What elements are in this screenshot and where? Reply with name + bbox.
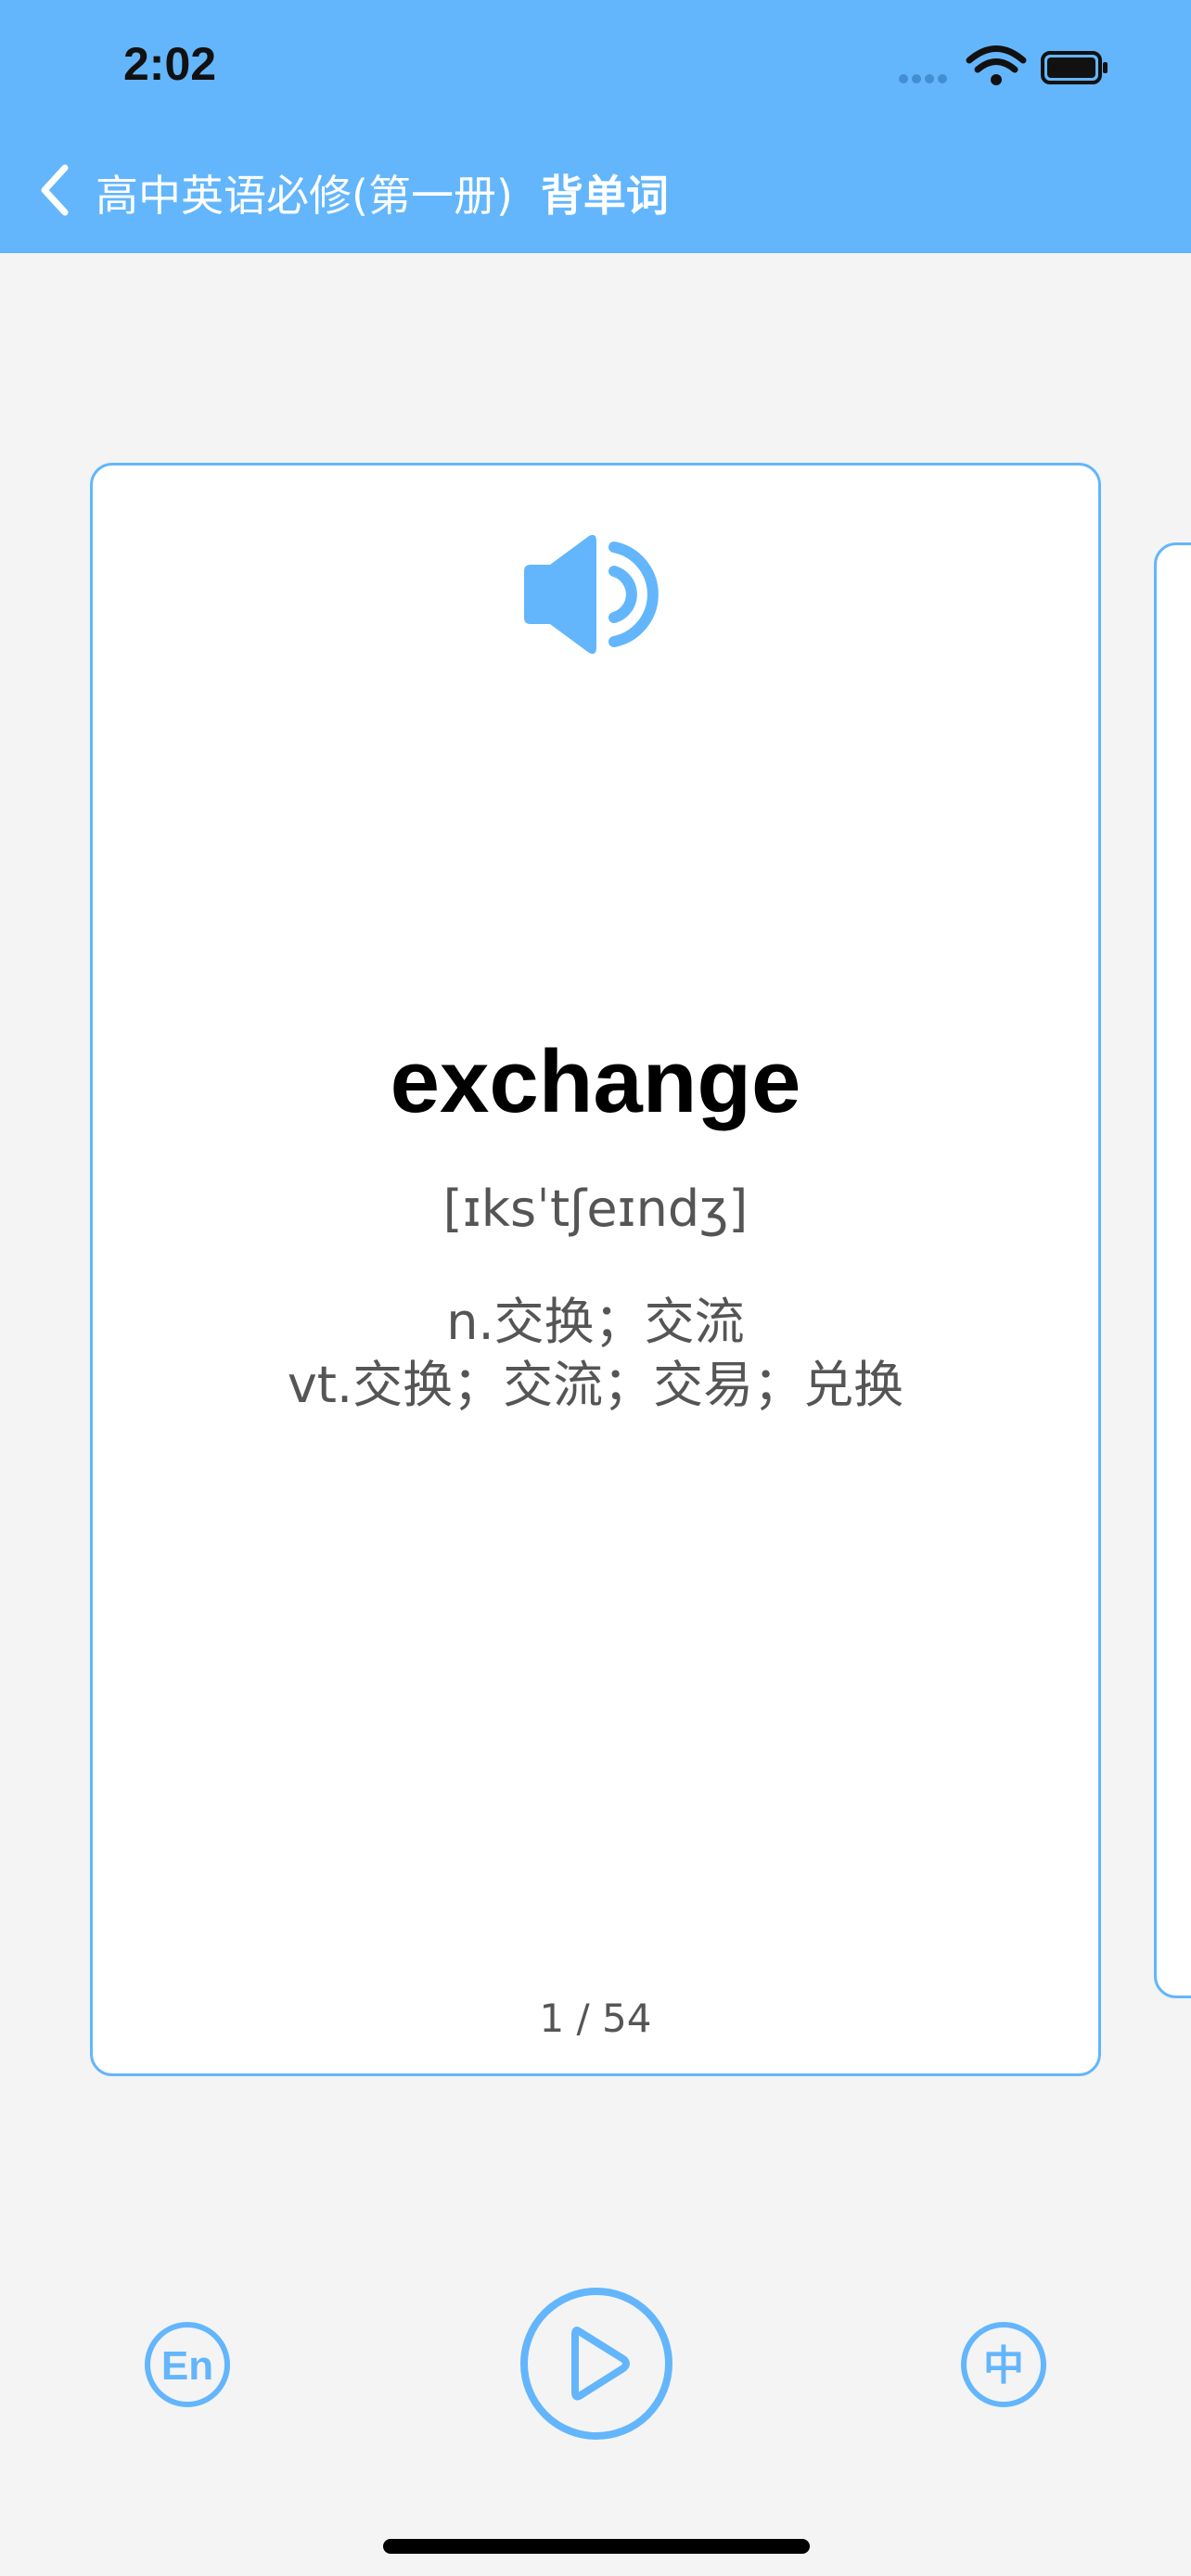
next-card-peek[interactable] — [1154, 542, 1191, 1998]
nav-subtitle[interactable]: 高中英语必修(第一册) — [96, 162, 513, 223]
english-toggle-button[interactable]: En — [144, 2321, 231, 2408]
wifi-dot — [991, 74, 1002, 85]
zh-label: 中 — [983, 2342, 1024, 2390]
page-title: 背单词 — [540, 171, 669, 221]
status-icons — [899, 45, 1108, 85]
play-icon — [571, 2327, 630, 2401]
chevron-left-icon — [41, 164, 69, 216]
en-label: En — [161, 2343, 213, 2389]
play-button[interactable] — [519, 2287, 673, 2441]
back-button[interactable] — [28, 158, 83, 223]
battery-icon — [1041, 51, 1108, 84]
chinese-toggle-button[interactable]: 中 — [960, 2321, 1047, 2408]
nav-title-group: 高中英语必修(第一册) 背单词 — [96, 165, 669, 221]
home-indicator[interactable] — [383, 2539, 810, 2554]
header: 2:02 高中英语必修(第一册) 背单词 — [0, 0, 1191, 253]
meaning-line: vt.交换；交流；交易；兑换 — [287, 1356, 904, 1414]
wifi-icon — [966, 45, 1027, 73]
word-text: exchange — [390, 1032, 801, 1131]
meaning-line: n.交换；交流 — [446, 1293, 745, 1351]
phonetic-text: [ɪksˈtʃeɪndʒ] — [442, 1180, 749, 1238]
word-card[interactable]: exchange [ɪksˈtʃeɪndʒ] n.交换；交流 vt.交换；交流；… — [90, 463, 1101, 2076]
speaker-icon[interactable] — [524, 534, 672, 655]
status-time: 2:02 — [123, 38, 217, 90]
card-counter: 1 / 54 — [539, 1996, 652, 2041]
cellular-signal-icon — [899, 74, 947, 83]
